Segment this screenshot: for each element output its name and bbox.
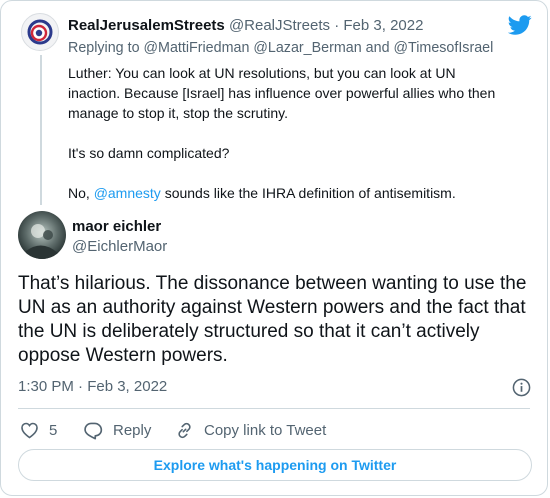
author-name[interactable]: maor eichler: [72, 218, 161, 235]
reply-handle[interactable]: @MattiFriedman: [144, 40, 250, 56]
info-icon[interactable]: [512, 378, 531, 397]
mention-link[interactable]: @amnesty: [94, 185, 161, 201]
like-count: 5: [49, 421, 58, 439]
explore-twitter-button[interactable]: Explore what's happening on Twitter: [18, 449, 532, 481]
like-button[interactable]: 5: [20, 418, 57, 442]
reply-button[interactable]: Reply: [83, 418, 151, 442]
reply-context: Replying to @MattiFriedman @Lazar_Berman…: [68, 40, 493, 56]
paragraph-prefix: No,: [68, 185, 90, 201]
link-icon: [178, 422, 191, 438]
quoted-author-avatar[interactable]: [21, 13, 59, 51]
reply-label: Reply: [113, 421, 152, 439]
copy-link-button[interactable]: Copy link to Tweet: [175, 418, 326, 442]
quoted-paragraph: Luther: You can look at UN resolutions, …: [68, 65, 496, 121]
avatar-photo-icon: [18, 211, 66, 259]
author-handle[interactable]: @EichlerMaor: [72, 238, 167, 255]
reply-handle[interactable]: @TimesofIsrael: [394, 40, 494, 56]
reply-bubble-icon: [84, 422, 103, 439]
quoted-author-handle[interactable]: @RealJStreets: [229, 17, 330, 34]
reply-handle[interactable]: @Lazar_Berman: [253, 40, 361, 56]
heart-icon: [21, 422, 38, 439]
quoted-paragraph: No, @amnesty sounds like the IHRA defini…: [68, 183, 508, 203]
author-avatar[interactable]: [18, 211, 66, 259]
divider: [18, 408, 530, 409]
replying-to-label: Replying to: [68, 40, 140, 56]
quoted-tweet-date[interactable]: Feb 3, 2022: [343, 17, 423, 34]
explore-label: Explore what's happening on Twitter: [153, 457, 397, 473]
paragraph-suffix: sounds like the IHRA definition of antis…: [164, 185, 456, 201]
avatar-logo-icon: [27, 19, 53, 45]
quoted-author-name[interactable]: RealJerusalemStreets: [68, 17, 225, 34]
reply-and-label: and: [365, 40, 390, 56]
thread-connector-line: [40, 55, 42, 205]
tweet-text: That’s hilarious. The dissonance between…: [18, 273, 527, 366]
tweet-timestamp[interactable]: 1:30 PM · Feb 3, 2022: [18, 378, 167, 395]
header-separator: ·: [334, 17, 340, 34]
quoted-paragraph: It's so damn complicated?: [68, 145, 230, 161]
twitter-bird-icon[interactable]: [508, 13, 532, 37]
copy-link-label: Copy link to Tweet: [204, 421, 327, 439]
quoted-tweet-header: RealJerusalemStreets @RealJStreets · Feb…: [68, 17, 423, 34]
quoted-tweet-body: Luther: You can look at UN resolutions, …: [68, 63, 508, 223]
